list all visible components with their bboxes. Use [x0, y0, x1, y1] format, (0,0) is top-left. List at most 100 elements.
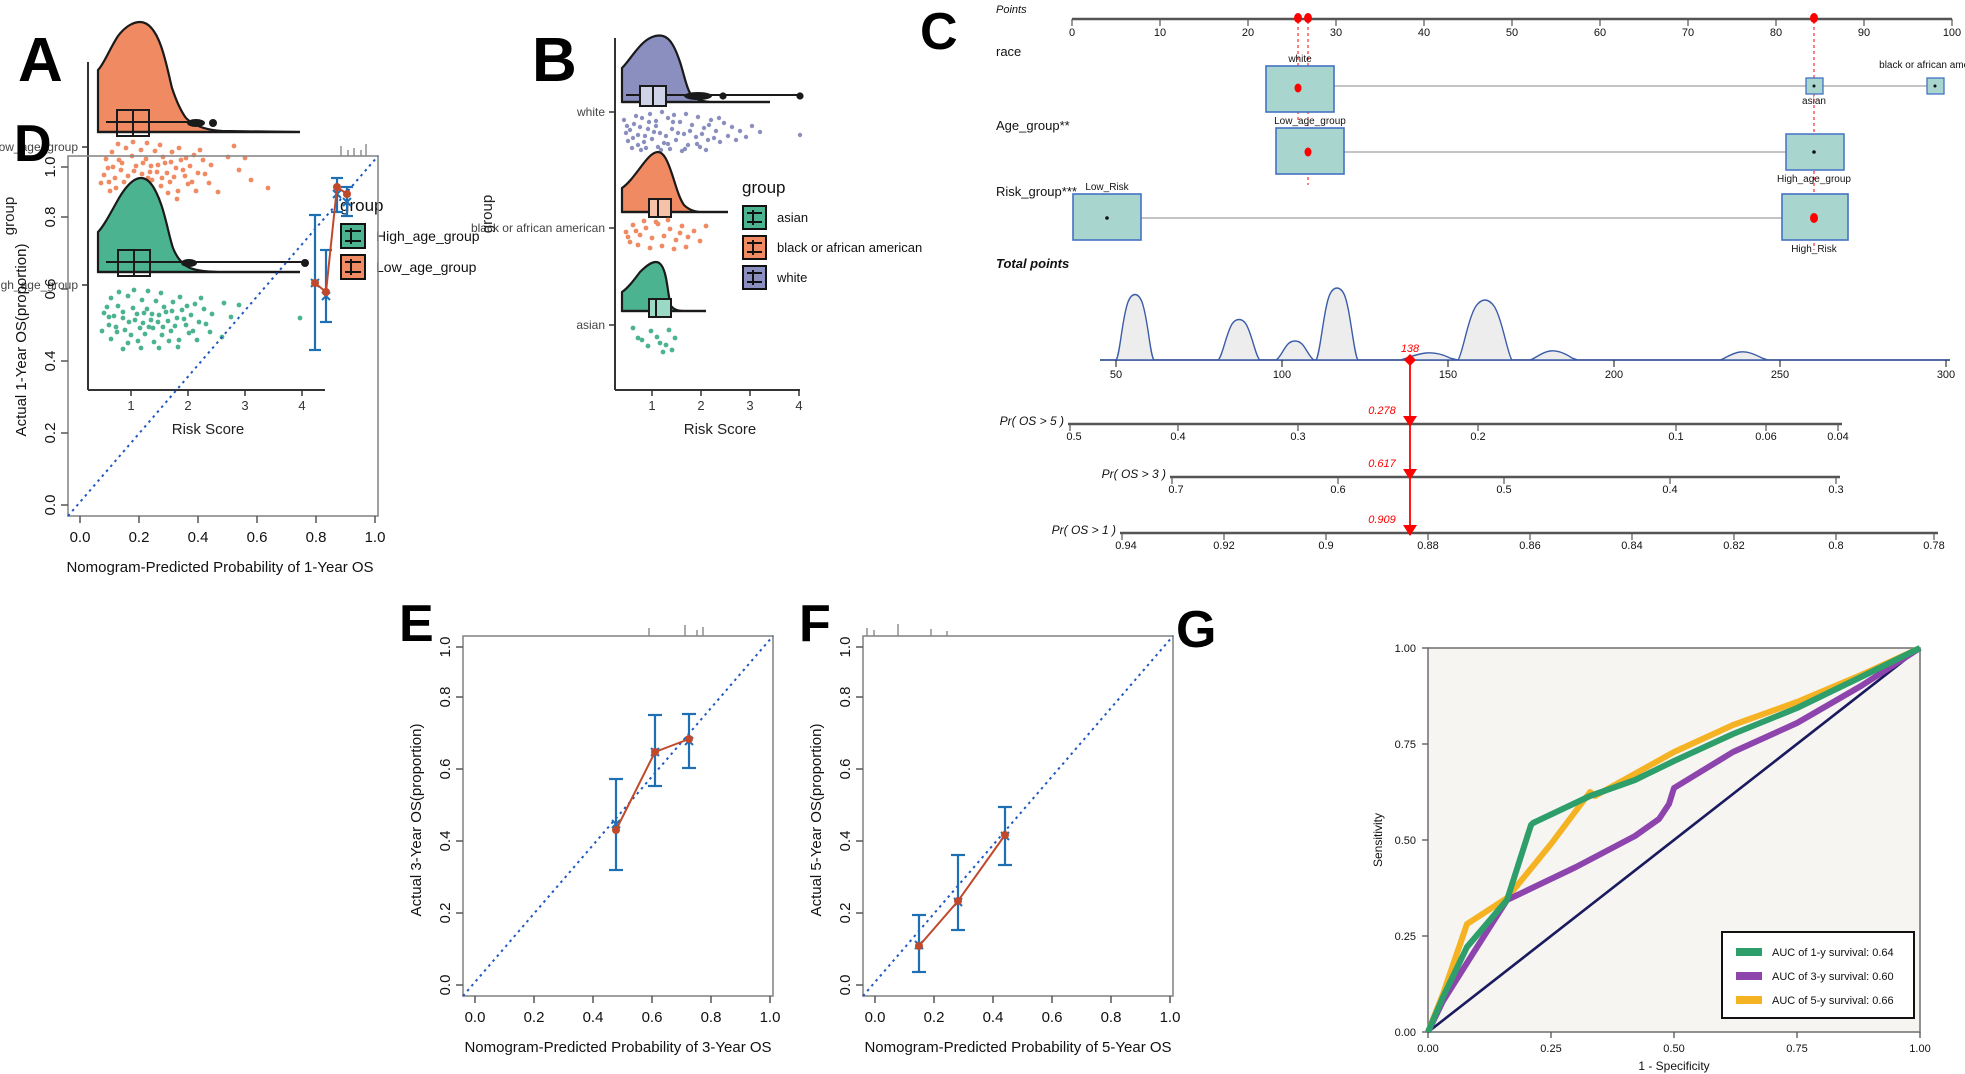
box [648, 198, 672, 218]
row-label-age-group: Age_group** [996, 118, 1070, 133]
y-tick-label: 0.50 [1395, 835, 1416, 847]
risk-level-label: Low_Risk [1085, 182, 1129, 193]
legend-label: Low_age_group [376, 259, 477, 275]
legend-swatch-3y [1736, 972, 1762, 980]
x-tick-label: 0.0 [70, 529, 91, 546]
series-black-or-african-american [620, 150, 728, 252]
reference-line [67, 155, 379, 517]
panel-e: E 0.0 0.2 0.4 0.6 0.8 1.0 0.0 0.2 0.4 0.… [385, 480, 785, 1074]
total-points-tick-label: 150 [1439, 369, 1457, 381]
error-bars [609, 712, 696, 872]
os5-marker [1403, 416, 1417, 427]
jitter-points [630, 325, 678, 355]
x-tick-label: 1.00 [1909, 1043, 1930, 1055]
density-curve [620, 150, 728, 214]
panel-f: F 0.0 0.2 0.4 0.6 0.8 1.0 0.0 0.2 0.4 0. [785, 480, 1185, 1074]
total-points-tick-label: 300 [1937, 369, 1955, 381]
legend-swatch-asian [742, 205, 767, 230]
race-level-dot [1812, 84, 1816, 88]
race-selected-marker [1294, 83, 1302, 93]
reference-line [462, 635, 774, 997]
panel-b-letter: B [532, 26, 577, 95]
total-points-tick-label: 250 [1771, 369, 1789, 381]
y-tick-label: 1.0 [437, 637, 454, 658]
row-label-risk-group: Risk_group*** [996, 184, 1077, 199]
os5-tick-label: 0.04 [1827, 431, 1848, 443]
points-marker [1294, 13, 1302, 23]
x-tick-label: 0.4 [583, 1009, 604, 1026]
x-tick-marks [1427, 1032, 1921, 1038]
os3-value: 0.617 [1368, 458, 1396, 470]
x-tick-label: 0.8 [306, 529, 327, 546]
points-tick-label: 20 [1242, 27, 1254, 39]
points-tick-label: 60 [1594, 27, 1606, 39]
total-points-value: 138 [1401, 343, 1420, 355]
y-tick-label: 0.4 [42, 351, 59, 372]
os3-marker [1403, 469, 1417, 480]
os5-value: 0.278 [1368, 405, 1396, 417]
jitter-points [623, 217, 709, 252]
legend-label: High_age_group [376, 228, 480, 244]
y-tick-marks [456, 646, 463, 986]
y-tick-label: 0.25 [1395, 931, 1416, 943]
legend-item[interactable]: black or african american [742, 235, 922, 260]
y-tick-label: 0.6 [837, 759, 854, 780]
y-tick-label: 0.2 [837, 903, 854, 924]
y-tick-label: 0.8 [42, 207, 59, 228]
legend-swatch-1y [1736, 948, 1762, 956]
risk-level-dot [1105, 216, 1109, 220]
legend-swatch-white [742, 265, 767, 290]
risk-level-label: High_Risk [1791, 244, 1838, 255]
panel-g: G 0.00 0.25 0.50 0.75 1.00 1 - Specifici… [1170, 480, 1965, 1074]
legend-title: group [742, 178, 786, 197]
roc-legend: AUC of 1-y survival: 0.64 AUC of 3-y sur… [1721, 931, 1915, 1019]
points-tick-label: 30 [1330, 27, 1342, 39]
x-tick-label: 1.0 [365, 529, 386, 546]
race-level-label: asian [1802, 96, 1826, 107]
x-tick-label: 3 [746, 398, 753, 413]
age-level-label: Low_age_group [1274, 116, 1346, 127]
x-tick-label: 0.4 [983, 1009, 1004, 1026]
x-axis-title: Risk Score [684, 421, 757, 438]
x-tick-label: 0.6 [247, 529, 268, 546]
os5-tick-label: 0.4 [1170, 431, 1185, 443]
x-axis-title: Nomogram-Predicted Probability of 3-Year… [464, 1039, 771, 1056]
legend-item[interactable]: white [742, 265, 922, 290]
age-level-dot [1812, 150, 1816, 154]
x-tick-marks [474, 996, 771, 1003]
panel-b: B 1 2 3 4 Risk Score white black or afri… [470, 0, 940, 470]
y-tick-label: 0.6 [437, 759, 454, 780]
panel-d-letter: D [14, 115, 52, 173]
y-tick-label: 0.4 [837, 831, 854, 852]
y-tick-marks [61, 166, 68, 506]
risk-selected-marker [1810, 213, 1818, 223]
error-bars [912, 805, 1012, 974]
points-tick-label: 90 [1858, 27, 1870, 39]
y-tick-label: asian [576, 318, 605, 332]
x-tick-label: 0.00 [1417, 1043, 1438, 1055]
legend-label: asian [777, 210, 809, 225]
x-axis-title: Nomogram-Predicted Probability of 1-Year… [66, 559, 373, 576]
legend-label: black or african american [777, 240, 923, 255]
series-white [620, 34, 804, 154]
points-tick-label: 50 [1506, 27, 1518, 39]
x-tick-label: 0.2 [924, 1009, 945, 1026]
x-tick-label: 1.0 [760, 1009, 781, 1026]
x-axis-title: 1 - Specificity [1638, 1059, 1709, 1073]
outlier-point [719, 92, 727, 100]
panel-b-legend: group asian black or african american wh… [742, 178, 922, 290]
x-tick-label: 4 [795, 398, 802, 413]
panel-d: D 0.0 0.2 0.4 0.6 0.8 1.0 0.0 0.2 0.4 0.… [0, 0, 390, 594]
y-tick-label: 0.8 [837, 687, 854, 708]
x-axis-title: Nomogram-Predicted Probability of 5-Year… [864, 1039, 1171, 1056]
calibration-line [314, 185, 348, 294]
y-axis-title: Actual 3-Year OS(proportion) [408, 724, 425, 917]
rug-ticks-top [648, 625, 704, 636]
rug-ticks-top [866, 624, 948, 636]
legend-item[interactable]: asian [742, 205, 922, 230]
y-tick-label: 0.2 [437, 903, 454, 924]
y-tick-marks [856, 646, 863, 986]
x-tick-label: 1 [648, 398, 655, 413]
outlier-cluster [684, 92, 712, 100]
os5-tick-label: 0.5 [1066, 431, 1081, 443]
